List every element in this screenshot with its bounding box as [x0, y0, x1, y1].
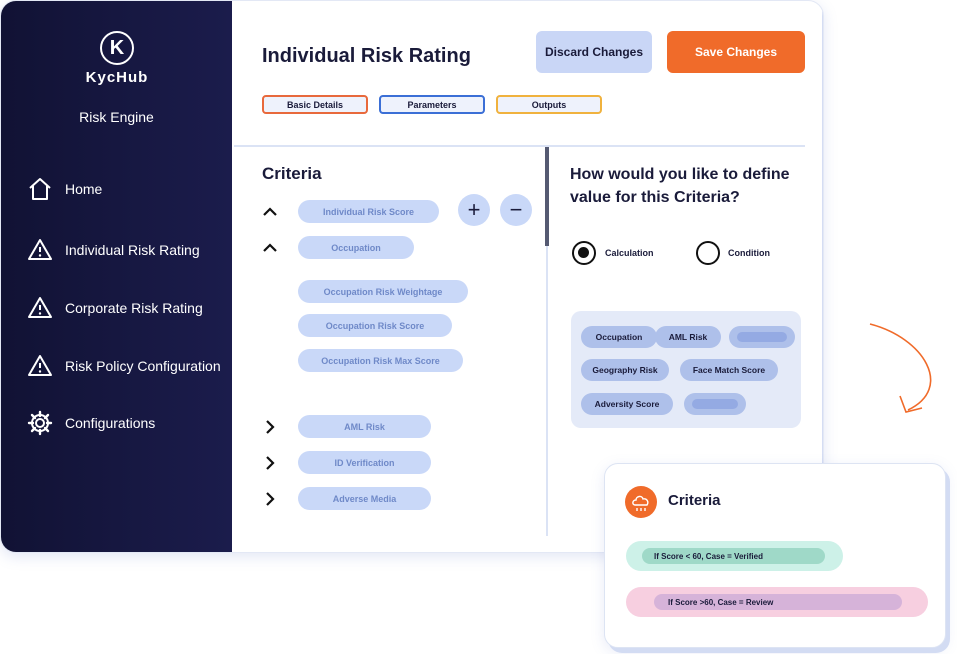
variable-chip-placeholder[interactable] [684, 393, 746, 415]
chevron-up-icon[interactable] [262, 204, 278, 220]
tab-basic-details[interactable]: Basic Details [262, 95, 368, 114]
product-name: Risk Engine [79, 109, 154, 125]
sidebar-item-label: Corporate Risk Rating [65, 300, 203, 316]
api-cloud-icon [625, 486, 657, 518]
tab-parameters[interactable]: Parameters [379, 95, 485, 114]
logo-wordmark: KycHub [85, 69, 149, 86]
rule-verified: If Score < 60, Case = Verified [626, 541, 843, 571]
logo-mark-icon: K [100, 31, 134, 65]
page-title: Individual Risk Rating [262, 45, 471, 67]
variable-chip-geography-risk[interactable]: Geography Risk [581, 359, 669, 381]
card-title: Criteria [668, 492, 721, 509]
sidebar-item-label: Configurations [65, 415, 156, 431]
brand-logo: K KycHub [82, 31, 152, 86]
variable-chip-occupation[interactable]: Occupation [581, 326, 657, 348]
chevron-right-icon[interactable] [262, 419, 278, 435]
criteria-subitem[interactable]: Occupation Risk Score [298, 314, 452, 337]
variable-chip-face-match-score[interactable]: Face Match Score [680, 359, 778, 381]
home-icon [29, 178, 51, 200]
criteria-heading: Criteria [262, 164, 322, 183]
warning-icon [28, 239, 52, 260]
condition-radio[interactable] [696, 241, 720, 265]
criteria-item-occupation[interactable]: Occupation [298, 236, 414, 259]
variable-chip-aml-risk[interactable]: AML Risk [655, 326, 721, 348]
variable-chip-placeholder[interactable] [729, 326, 795, 348]
calculation-radio-label: Calculation [605, 248, 654, 258]
save-changes-button[interactable]: Save Changes [667, 31, 805, 73]
criteria-subitem[interactable]: Occupation Risk Weightage [298, 280, 468, 303]
panel-scrollbar[interactable] [545, 147, 549, 246]
warning-icon [28, 355, 52, 376]
sidebar-item-corporate-risk-rating[interactable]: Corporate Risk Rating [27, 295, 203, 321]
criteria-item-adverse-media[interactable]: Adverse Media [298, 487, 431, 510]
rule-review: If Score >60, Case = Review [626, 587, 928, 617]
sidebar-item-individual-risk-rating[interactable]: Individual Risk Rating [27, 237, 200, 263]
screenshot-stage: K KycHub Risk Engine Home Individual Ris… [0, 0, 957, 654]
chevron-up-icon[interactable] [262, 240, 278, 256]
variable-chip-panel: Occupation AML Risk Geography Risk Face … [571, 311, 801, 428]
sidebar: K KycHub Risk Engine Home Individual Ris… [1, 1, 232, 552]
criteria-item-aml-risk[interactable]: AML Risk [298, 415, 431, 438]
sidebar-item-home[interactable]: Home [27, 176, 102, 202]
sidebar-item-configurations[interactable]: Configurations [27, 410, 155, 436]
discard-changes-button[interactable]: Discard Changes [536, 31, 652, 73]
criteria-rules-card: Criteria If Score < 60, Case = Verified … [604, 463, 946, 648]
section-divider [234, 145, 805, 147]
rule-text: If Score < 60, Case = Verified [642, 548, 825, 564]
rule-text: If Score >60, Case = Review [654, 594, 902, 610]
criteria-item-individual-risk-score[interactable]: Individual Risk Score [298, 200, 439, 223]
sidebar-item-label: Risk Policy Configuration [65, 358, 221, 374]
chevron-right-icon[interactable] [262, 491, 278, 507]
criteria-item-id-verification[interactable]: ID Verification [298, 451, 431, 474]
remove-criteria-button[interactable]: − [500, 194, 532, 226]
gear-icon [27, 410, 53, 436]
tab-outputs[interactable]: Outputs [496, 95, 602, 114]
condition-radio-label: Condition [728, 248, 770, 258]
add-criteria-button[interactable]: + [458, 194, 490, 226]
criteria-subitem[interactable]: Occupation Risk Max Score [298, 349, 463, 372]
definition-question: How would you like to define value for t… [570, 166, 790, 206]
chevron-right-icon[interactable] [262, 455, 278, 471]
sidebar-item-label: Home [65, 181, 103, 197]
warning-icon [28, 297, 52, 318]
variable-chip-adversity-score[interactable]: Adversity Score [581, 393, 673, 415]
sidebar-item-label: Individual Risk Rating [65, 242, 200, 258]
curved-arrow-icon [869, 323, 932, 413]
panel-divider [546, 246, 548, 536]
sidebar-item-risk-policy-configuration[interactable]: Risk Policy Configuration [27, 353, 221, 379]
calculation-radio[interactable] [572, 241, 596, 265]
